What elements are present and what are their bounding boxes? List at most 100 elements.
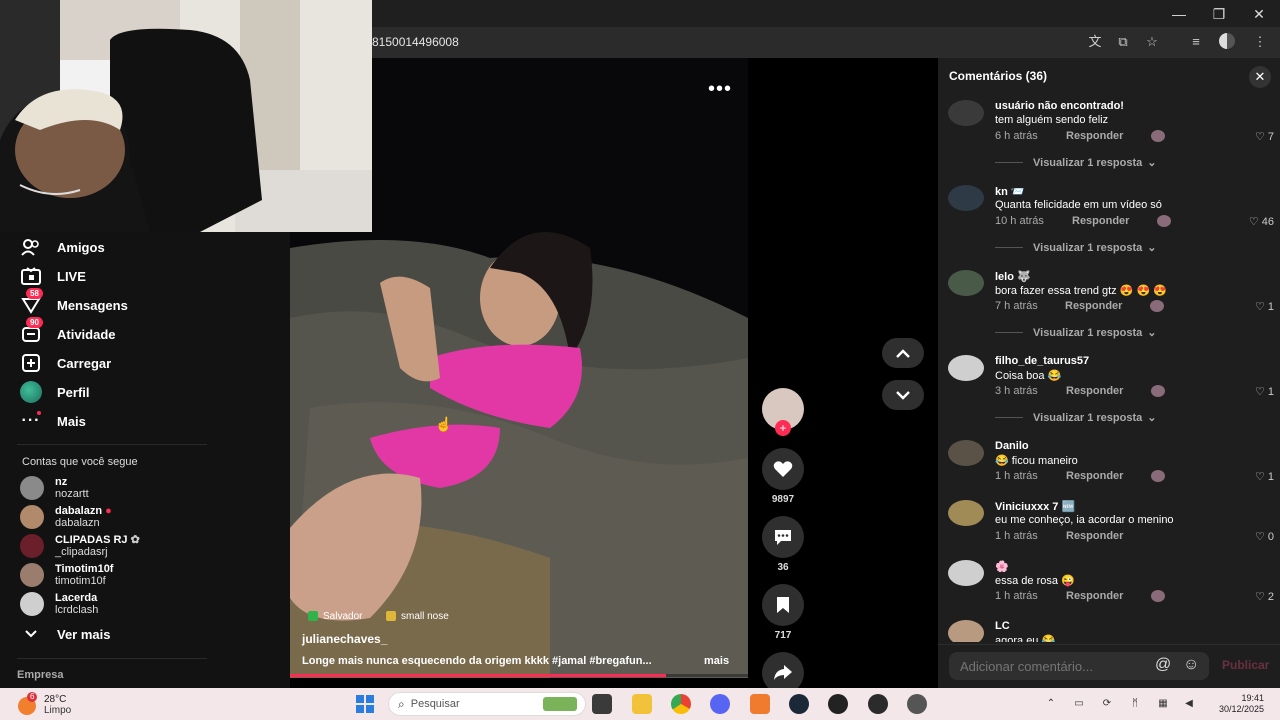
like-button[interactable] [762, 448, 804, 490]
comment-user[interactable]: LC [995, 620, 1010, 632]
avatar[interactable] [948, 560, 984, 586]
reply-button[interactable]: Responder [1066, 385, 1123, 397]
see-more-button[interactable]: Ver mais [20, 621, 111, 647]
comment-user[interactable]: Viniciuxxx 7 🆕 [995, 500, 1075, 513]
view-replies-button[interactable]: Visualizar 1 resposta ⌄ [995, 326, 1156, 339]
weather-widget[interactable]: 6 28°C Limpo [18, 692, 71, 716]
emoji-icon[interactable]: ☺ [1183, 656, 1199, 674]
following-item[interactable]: Lacerda lcrdclash [20, 590, 98, 618]
footer-link[interactable]: Empresa [17, 669, 63, 681]
taskbar-search[interactable]: ⌕ Pesquisar [388, 692, 586, 716]
taskbar-clock[interactable]: 19:41 30/12/2025 [1206, 693, 1264, 715]
bookmark-star-icon[interactable]: ☆ [1143, 33, 1161, 51]
close-window-button[interactable]: ✕ [1244, 4, 1274, 24]
caption-more-button[interactable]: mais [704, 655, 729, 667]
tray-volume-icon[interactable]: ◀ [1182, 697, 1196, 711]
mention-icon[interactable]: @ [1155, 656, 1171, 674]
comment-like-button[interactable]: ♡ 7 [1255, 130, 1274, 144]
close-comments-button[interactable]: ✕ [1249, 66, 1271, 88]
view-replies-button[interactable]: Visualizar 1 resposta ⌄ [995, 241, 1156, 254]
reply-button[interactable]: Responder [1066, 590, 1123, 602]
tray-network-icon[interactable]: ▦ [1156, 697, 1170, 711]
chrome-icon[interactable] [671, 694, 691, 714]
tray-chevron-up-icon[interactable]: ⌃ [1044, 697, 1058, 711]
comment-user[interactable]: filho_de_taurus57 [995, 355, 1089, 367]
nav-activity[interactable]: 90 Atividade [20, 317, 116, 347]
comment-time: 1 h atrás [995, 530, 1038, 542]
comment-user[interactable]: kn 📨 [995, 185, 1025, 198]
nav-live[interactable]: LIVE [20, 263, 86, 289]
nav-upload[interactable]: Carregar [20, 350, 111, 376]
comment-input[interactable] [949, 652, 1139, 680]
reply-button[interactable]: Responder [1066, 530, 1123, 542]
nav-profile[interactable]: Perfil [20, 379, 90, 405]
avatar[interactable] [948, 620, 984, 642]
following-item[interactable]: Timotim10f timotim10f [20, 561, 113, 589]
tray-sync-icon[interactable]: ⟳ [1100, 697, 1114, 711]
more-options-icon[interactable]: ••• [708, 78, 732, 101]
view-replies-button[interactable]: Visualizar 1 resposta ⌄ [995, 411, 1156, 424]
location-tag[interactable]: Salvador [308, 609, 362, 623]
settings-icon[interactable] [907, 694, 927, 714]
comment-like-button[interactable]: ♡ 2 [1255, 590, 1274, 604]
comment-like-button[interactable]: ♡ 1 [1255, 300, 1274, 314]
maximize-button[interactable]: ❐ [1204, 4, 1234, 24]
comment-like-button[interactable]: ♡ 0 [1255, 530, 1274, 544]
comment-user[interactable]: usuário não encontrado! [995, 100, 1124, 112]
nav-messages[interactable]: 58 Mensagens [20, 288, 128, 318]
follow-plus-icon[interactable]: + [775, 420, 791, 436]
next-video-button[interactable] [882, 380, 924, 410]
save-button[interactable] [762, 584, 804, 626]
tray-app-icon[interactable]: ▭ [1072, 697, 1086, 711]
avatar[interactable] [948, 500, 984, 526]
comment-like-button[interactable]: ♡ 46 [1249, 215, 1274, 229]
effect-tag[interactable]: small nose [386, 609, 449, 623]
media-control-icon[interactable]: ≡ [1187, 33, 1205, 51]
steam-icon[interactable] [789, 694, 809, 714]
cast-icon[interactable]: ⧉ [1114, 33, 1132, 51]
nav-friends[interactable]: Amigos [20, 234, 105, 260]
browser-menu-icon[interactable]: ⋮ [1251, 33, 1269, 51]
post-comment-button[interactable]: Publicar [1222, 658, 1269, 672]
tray-mic-icon[interactable]: ᛗ [1128, 697, 1142, 711]
comment-user[interactable]: 🌸 [995, 560, 1009, 573]
app-icon[interactable] [750, 694, 770, 714]
avatar[interactable] [948, 185, 984, 211]
file-explorer-icon[interactable] [632, 694, 652, 714]
translate-icon[interactable]: 文 [1086, 33, 1104, 51]
profile-avatar-icon[interactable] [1219, 33, 1237, 51]
reply-button[interactable]: Responder [1065, 300, 1122, 312]
comment-time: 1 h atrás [995, 470, 1038, 482]
profile-icon [20, 381, 42, 403]
app-icon[interactable] [868, 694, 888, 714]
url-text[interactable]: 8150014496008 [372, 35, 459, 49]
video-progress[interactable] [290, 674, 748, 677]
sidebar-divider [17, 444, 207, 445]
comment-like-button[interactable]: ♡ 1 [1255, 470, 1274, 484]
following-item[interactable]: CLIPADAS RJ ✿ _clipadasrj [20, 532, 140, 560]
following-name: nz [55, 476, 68, 488]
comment-user[interactable]: lelo 🐺 [995, 270, 1031, 283]
creator-avatar[interactable]: + [762, 388, 804, 436]
avatar[interactable] [948, 440, 984, 466]
start-button[interactable] [355, 694, 375, 714]
following-item[interactable]: nz nozartt [20, 474, 89, 502]
app-icon[interactable] [828, 694, 848, 714]
minimize-button[interactable]: — [1164, 4, 1194, 24]
avatar[interactable] [948, 270, 984, 296]
comment-user[interactable]: Danilo [995, 440, 1029, 452]
discord-icon[interactable] [710, 694, 730, 714]
comment-button[interactable] [762, 516, 804, 558]
view-replies-button[interactable]: Visualizar 1 resposta ⌄ [995, 156, 1156, 169]
previous-video-button[interactable] [882, 338, 924, 368]
reply-button[interactable]: Responder [1066, 470, 1123, 482]
nav-more[interactable]: ··· Mais [20, 408, 86, 434]
comment-like-button[interactable]: ♡ 1 [1255, 385, 1274, 399]
following-item[interactable]: dabalazn ● dabalazn [20, 503, 112, 531]
avatar[interactable] [948, 100, 984, 126]
video-author[interactable]: julianechaves_ [302, 632, 387, 646]
avatar[interactable] [948, 355, 984, 381]
task-view-icon[interactable] [592, 694, 612, 714]
reply-button[interactable]: Responder [1072, 215, 1129, 227]
reply-button[interactable]: Responder [1066, 130, 1123, 142]
